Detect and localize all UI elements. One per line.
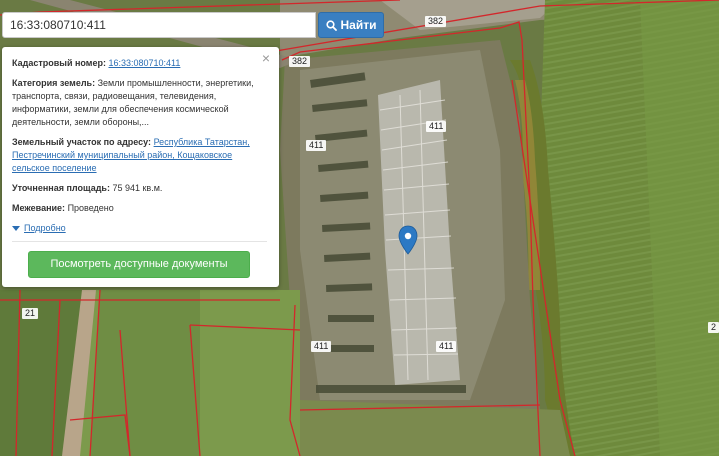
parcel-label: 411 [436, 341, 457, 352]
search-icon [325, 19, 337, 31]
area-label: Уточненная площадь: [12, 183, 110, 193]
area-row: Уточненная площадь: 75 941 кв.м. [12, 182, 268, 195]
details-link[interactable]: Подробно [12, 222, 66, 235]
parcel-info-popup: × Кадастровый номер: 16:33:080710:411 Ка… [2, 47, 279, 287]
survey-label: Межевание: [12, 203, 66, 213]
details-link-label: Подробно [24, 223, 66, 233]
parcel-label: 411 [426, 121, 447, 132]
address-label: Земельный участок по адресу: [12, 137, 152, 147]
survey-value: Проведено [67, 203, 114, 213]
area-value: 75 941 кв.м. [112, 183, 163, 193]
parcel-label: 2 [708, 322, 719, 333]
search-input[interactable] [2, 12, 316, 38]
survey-row: Межевание: Проведено [12, 202, 268, 215]
parcel-label: 21 [22, 308, 39, 319]
view-documents-button[interactable]: Посмотреть доступные документы [28, 251, 250, 278]
parcel-label: 382 [425, 16, 447, 27]
category-label: Категория земель: [12, 78, 96, 88]
caret-down-icon [12, 226, 20, 231]
category-row: Категория земель: Земли промышленности, … [12, 77, 268, 129]
parcel-label: 411 [306, 140, 327, 151]
cadastral-label: Кадастровый номер: [12, 58, 106, 68]
divider [12, 241, 267, 242]
cadastral-row: Кадастровый номер: 16:33:080710:411 [12, 57, 268, 70]
parcel-label: 411 [311, 341, 332, 352]
parcel-label: 382 [289, 56, 311, 67]
cadastral-number-link[interactable]: 16:33:080710:411 [108, 58, 180, 68]
search-bar: Найти [2, 12, 386, 38]
search-button[interactable]: Найти [318, 12, 384, 38]
search-button-label: Найти [340, 18, 377, 32]
address-row: Земельный участок по адресу: Республика … [12, 136, 268, 175]
close-icon[interactable]: × [260, 51, 272, 65]
